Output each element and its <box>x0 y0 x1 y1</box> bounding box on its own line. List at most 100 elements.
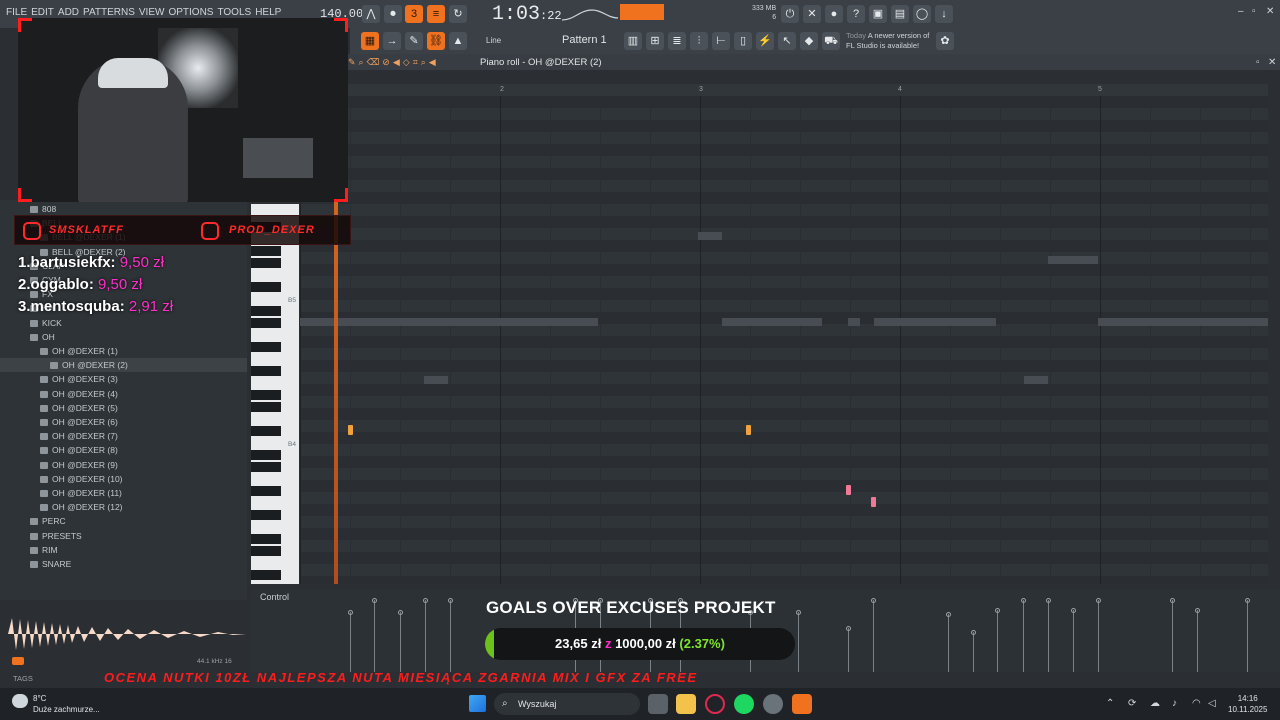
menu-edit[interactable]: EDIT <box>31 7 54 18</box>
menu-options[interactable]: OPTIONS <box>168 7 213 18</box>
black-key[interactable] <box>251 402 281 412</box>
spotify-icon[interactable] <box>734 694 754 714</box>
velocity-stem[interactable] <box>873 600 874 672</box>
black-key[interactable] <box>251 342 281 352</box>
menu-patterns[interactable]: PATTERNS <box>83 7 135 18</box>
black-key[interactable] <box>251 510 281 520</box>
browser-item[interactable]: SNARE <box>0 557 247 571</box>
save-icon[interactable]: ▣ <box>869 5 887 23</box>
velocity-handle[interactable] <box>448 598 453 603</box>
pr-maximize-icon[interactable]: ▫ <box>1256 57 1260 68</box>
velocity-stem[interactable] <box>973 632 974 672</box>
velocity-stem[interactable] <box>450 600 451 672</box>
note-grid[interactable] <box>300 96 1268 584</box>
velocity-stem[interactable] <box>1023 600 1024 672</box>
mixer-icon[interactable]: ▥ <box>624 32 642 50</box>
black-key[interactable] <box>251 534 281 544</box>
velocity-handle[interactable] <box>846 626 851 631</box>
taskbar-search[interactable]: Wyszukaj <box>494 693 640 715</box>
plugin-icon[interactable]: ▤ <box>891 5 909 23</box>
metronome-icon[interactable]: ⋀ <box>362 5 380 23</box>
velocity-stem[interactable] <box>1172 600 1173 672</box>
opera-icon[interactable] <box>705 694 725 714</box>
browser-item[interactable]: OH @DEXER (6) <box>0 415 247 429</box>
countdown-icon[interactable]: 3 <box>405 5 423 23</box>
step-edit-icon[interactable]: ≡ <box>427 5 445 23</box>
browser-item[interactable]: OH @DEXER (12) <box>0 500 247 514</box>
piano-keyboard[interactable] <box>251 204 299 584</box>
velocity-stem[interactable] <box>1247 600 1248 672</box>
browser-item[interactable]: OH @DEXER (10) <box>0 472 247 486</box>
browser-item[interactable]: OH @DEXER (1) <box>0 344 247 358</box>
piano-roll-tools-icon[interactable]: ✎⌕⌫⊘◀◇⌗⌕◀ <box>348 57 439 68</box>
wait-input-icon[interactable]: ⏺ <box>384 5 402 23</box>
velocity-stem[interactable] <box>1073 610 1074 672</box>
arrow-icon[interactable]: → <box>383 32 401 50</box>
browser-item[interactable]: KICK <box>0 316 247 330</box>
velocity-handle[interactable] <box>796 610 801 615</box>
velocity-handle[interactable] <box>1170 598 1175 603</box>
velocity-handle[interactable] <box>1245 598 1250 603</box>
menu-view[interactable]: VIEW <box>139 7 165 18</box>
note[interactable] <box>846 485 851 495</box>
black-key[interactable] <box>251 306 281 316</box>
plug-icon[interactable]: ⚡ <box>756 32 774 50</box>
browser-item[interactable]: OH @DEXER (7) <box>0 429 247 443</box>
master-volume-meter[interactable] <box>620 4 664 20</box>
velocity-handle[interactable] <box>1046 598 1051 603</box>
link-icon[interactable]: ⛓ <box>427 32 445 50</box>
menu-add[interactable]: ADD <box>58 7 79 18</box>
weather-widget[interactable]: 8°C Duże zachmurze... <box>33 693 100 715</box>
time-ruler[interactable] <box>300 84 1268 96</box>
download-icon[interactable]: ↓ <box>935 5 953 23</box>
cart-icon[interactable]: ⛟ <box>822 32 840 50</box>
velocity-handle[interactable] <box>971 630 976 635</box>
black-key[interactable] <box>251 390 281 400</box>
browser-item[interactable]: OH @DEXER (2) <box>0 358 247 373</box>
channel-rack-icon[interactable]: ⊞ <box>646 32 664 50</box>
black-key[interactable] <box>251 546 281 556</box>
browser-item[interactable]: OH @DEXER (5) <box>0 401 247 415</box>
black-key[interactable] <box>251 450 281 460</box>
file-explorer-icon[interactable] <box>676 694 696 714</box>
velocity-handle[interactable] <box>995 608 1000 613</box>
menu-file[interactable]: FILE <box>6 7 27 18</box>
help-icon[interactable]: ? <box>847 5 865 23</box>
velocity-stem[interactable] <box>350 612 351 672</box>
update-notice[interactable]: Today A newer version of FL Studio is av… <box>846 31 929 51</box>
loop-record-icon[interactable]: ↻ <box>449 5 467 23</box>
browser-item[interactable]: OH @DEXER (8) <box>0 443 247 457</box>
velocity-handle[interactable] <box>372 598 377 603</box>
pr-close-icon[interactable]: ✕ <box>1268 57 1276 68</box>
velocity-handle[interactable] <box>946 612 951 617</box>
black-key[interactable] <box>251 462 281 472</box>
black-key[interactable] <box>251 366 281 376</box>
tags-label[interactable]: TAGS <box>13 674 33 683</box>
minimize-icon[interactable]: – <box>1238 6 1244 17</box>
browser-item[interactable]: OH @DEXER (11) <box>0 486 247 500</box>
velocity-stem[interactable] <box>425 600 426 672</box>
black-key[interactable] <box>251 426 281 436</box>
menu-tools[interactable]: TOOLS <box>217 7 251 18</box>
chat-icon[interactable]: ◯ <box>913 5 931 23</box>
browser-item[interactable]: PERC <box>0 514 247 528</box>
browser-item[interactable]: OH @DEXER (9) <box>0 458 247 472</box>
playlist-icon[interactable]: ≣ <box>668 32 686 50</box>
menu-help[interactable]: HELP <box>255 7 281 18</box>
black-key[interactable] <box>251 318 281 328</box>
velocity-handle[interactable] <box>348 610 353 615</box>
velocity-stem[interactable] <box>1048 600 1049 672</box>
browser-item[interactable]: OH @DEXER (4) <box>0 387 247 401</box>
velocity-stem[interactable] <box>1098 600 1099 672</box>
sync-icon[interactable]: ⟳ <box>1128 698 1136 709</box>
close-icon[interactable]: ✕ <box>1266 6 1274 17</box>
note[interactable] <box>871 497 876 507</box>
black-key[interactable] <box>251 570 281 580</box>
black-key[interactable] <box>251 258 281 268</box>
black-key[interactable] <box>251 486 281 496</box>
velocity-stem[interactable] <box>848 628 849 672</box>
browser-item[interactable]: RIM <box>0 543 247 557</box>
onedrive-icon[interactable]: ☁ <box>1150 698 1160 709</box>
velocity-handle[interactable] <box>1071 608 1076 613</box>
snap-selector[interactable]: Line <box>486 36 501 45</box>
